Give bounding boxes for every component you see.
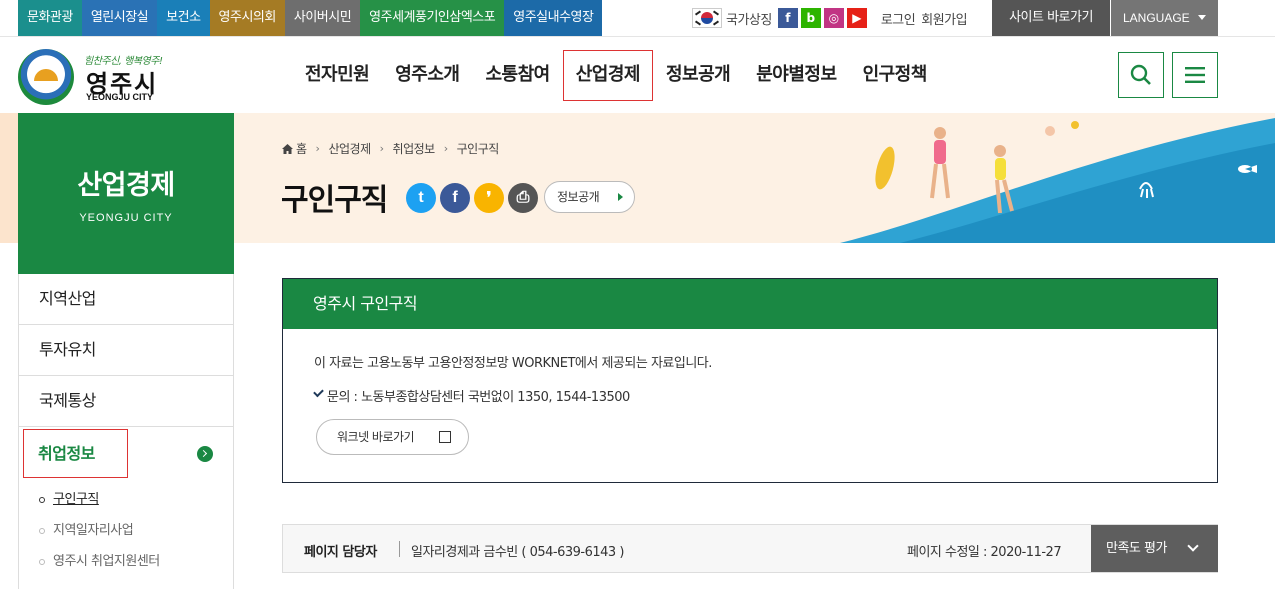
language-label: LANGUAGE — [1123, 11, 1190, 25]
home-icon — [282, 143, 293, 154]
join-link[interactable]: 회원가입 — [921, 9, 967, 28]
family-site-link[interactable]: 열린시장실 — [81, 0, 158, 36]
info-disclosure-button[interactable]: 정보공개 — [544, 181, 635, 213]
modified-date: 페이지 수정일 : 2020-11-27 — [907, 545, 1062, 560]
lnb-sub-item-label: 영주시 취업지원센터 — [53, 554, 160, 569]
box-title: 영주시 구인구직 — [283, 279, 1217, 329]
search-button[interactable] — [1118, 52, 1164, 98]
chevron-right-circle-icon — [197, 446, 213, 462]
page-manager-info: 페이지 담당자 일자리경제과 금수빈 ( 054-639-6143 ) 페이지 … — [282, 524, 1218, 573]
site-header: 힘찬주신, 행복영주! 영주시 YEONGJU CITY 전자민원 영주소개 소통참… — [0, 36, 1275, 113]
national-symbol-link[interactable]: 국가상징 — [726, 9, 772, 28]
lnb-sub-list: 구인구직지역일자리사업영주시 취업지원센터 — [19, 484, 233, 577]
family-site-link[interactable]: 사이버시민 — [284, 0, 361, 36]
bullet-icon — [39, 496, 45, 503]
breadcrumb-current[interactable]: 구인구직 — [457, 140, 500, 157]
family-site-links: 문화관광 열린시장실 보건소 영주시의회 사이버시민 영주세계풍기인삼엑스포 영주실내수영장 — [18, 0, 603, 36]
all-menu-button[interactable] — [1172, 52, 1218, 98]
check-icon — [313, 386, 324, 398]
main-navigation: 전자민원 영주소개 소통참여 산업경제 정보공개 분야별정보 인구정책 — [292, 37, 940, 114]
section-title: 산업경제 — [77, 170, 175, 201]
search-icon — [1130, 64, 1151, 85]
contact-info: 문의 : 노동부종합상담센터 국번없이 1350, 1544-13500 — [327, 390, 630, 405]
external-link-icon — [439, 431, 451, 443]
lnb-sub-item[interactable]: 구인구직 — [39, 484, 233, 515]
family-site-link[interactable]: 보건소 — [157, 0, 210, 36]
lnb-sub-item-label: 지역일자리사업 — [53, 523, 134, 538]
bullet-icon — [39, 527, 45, 534]
manager-label: 페이지 담당자 — [304, 545, 377, 560]
lnb-item-trade[interactable]: 국제통상 — [19, 376, 233, 427]
family-site-link[interactable]: 영주실내수영장 — [504, 0, 603, 36]
rating-label: 만족도 평가 — [1106, 541, 1167, 556]
login-link[interactable]: 로그인 — [881, 9, 916, 28]
chevron-right-icon: › — [443, 142, 448, 155]
box-description: 이 자료는 고용노동부 고용안정정보망 WORKNET에서 제공되는 자료입니다… — [314, 356, 712, 371]
left-navigation: 지역산업 투자유치 국제통상 취업정보 구인구직지역일자리사업영주시 취업지원센… — [18, 274, 234, 589]
language-button[interactable]: LANGUAGE — [1111, 0, 1218, 36]
city-logo[interactable]: 힘찬주신, 행복영주! 영주시 YEONGJU CITY — [18, 47, 168, 105]
gnb-menu-item[interactable]: 인구정책 — [850, 37, 940, 114]
worknet-link-label: 워크넷 바로가기 — [337, 430, 415, 444]
kakaostory-icon[interactable]: ❜ — [474, 183, 504, 213]
chevron-right-icon: › — [379, 142, 384, 155]
gnb-menu-item[interactable]: 정보공개 — [653, 37, 743, 114]
blog-icon[interactable]: b — [800, 8, 821, 28]
hamburger-icon — [1185, 67, 1205, 83]
banner-left-decoration — [0, 113, 18, 243]
breadcrumb: 홈 › 산업경제 › 취업정보 › 구인구직 — [282, 140, 499, 157]
lnb-sub-item[interactable]: 지역일자리사업 — [39, 515, 233, 546]
facebook-icon[interactable]: f — [777, 8, 798, 28]
gnb-menu-item[interactable]: 영주소개 — [382, 37, 472, 114]
manager-contact: 일자리경제과 금수빈 ( 054-639-6143 ) — [411, 545, 624, 560]
gnb-menu-item[interactable]: 전자민원 — [292, 37, 382, 114]
lnb-item-local-industry[interactable]: 지역산업 — [19, 274, 233, 325]
gnb-menu-item[interactable]: 분야별정보 — [743, 37, 849, 114]
lnb-item-employment-label: 취업정보 — [23, 429, 128, 478]
breadcrumb-home[interactable]: 홈 — [296, 140, 307, 157]
family-site-link[interactable]: 문화관광 — [18, 0, 82, 36]
share-buttons: t f ❜ ⎙ — [406, 183, 538, 213]
divider — [399, 541, 400, 557]
gnb-menu-item[interactable]: 산업경제 — [562, 37, 654, 114]
print-icon[interactable]: ⎙ — [508, 183, 538, 213]
gnb-menu-item[interactable]: 소통참여 — [473, 37, 563, 114]
lnb-item-employment[interactable]: 취업정보 — [19, 427, 233, 484]
youtube-icon[interactable]: ▶ — [846, 8, 867, 28]
section-title-box: 산업경제 YEONGJU CITY — [18, 113, 234, 274]
utility-links: 국가상징 f b ◎ ▶ 로그인 회원가입 — [692, 0, 968, 36]
beach-illustration — [840, 118, 1275, 243]
job-info-box: 영주시 구인구직 이 자료는 고용노동부 고용안정정보망 WORKNET에서 제… — [282, 278, 1218, 483]
section-subtitle: YEONGJU CITY — [79, 212, 173, 224]
instagram-icon[interactable]: ◎ — [823, 8, 844, 28]
korea-flag-icon[interactable] — [692, 8, 722, 28]
family-site-link[interactable]: 영주시의회 — [209, 0, 285, 36]
chevron-down-icon — [1187, 540, 1199, 552]
breadcrumb-employment[interactable]: 취업정보 — [393, 140, 436, 157]
top-utility-bar: 문화관광 열린시장실 보건소 영주시의회 사이버시민 영주세계풍기인삼엑스포 영주실내수영장… — [0, 0, 1275, 36]
chevron-right-icon: › — [315, 142, 320, 155]
bullet-icon — [39, 558, 45, 565]
lnb-sub-item-label: 구인구직 — [53, 492, 99, 507]
logo-emblem-icon — [18, 49, 74, 105]
lnb-item-investment[interactable]: 투자유치 — [19, 325, 233, 376]
caret-down-icon — [1198, 15, 1206, 20]
lnb-sub-item[interactable]: 영주시 취업지원센터 — [39, 546, 233, 577]
family-site-link[interactable]: 영주세계풍기인삼엑스포 — [360, 0, 505, 36]
twitter-icon[interactable]: t — [406, 183, 436, 213]
satisfaction-rating-button[interactable]: 만족도 평가 — [1091, 525, 1218, 572]
worknet-link-button[interactable]: 워크넷 바로가기 — [316, 419, 469, 455]
logo-english-name: YEONGJU CITY — [86, 92, 154, 102]
page-title: 구인구직 — [281, 183, 388, 218]
breadcrumb-industry[interactable]: 산업경제 — [328, 140, 371, 157]
site-shortcut-button[interactable]: 사이트 바로가기 — [992, 0, 1110, 36]
facebook-share-icon[interactable]: f — [440, 183, 470, 213]
